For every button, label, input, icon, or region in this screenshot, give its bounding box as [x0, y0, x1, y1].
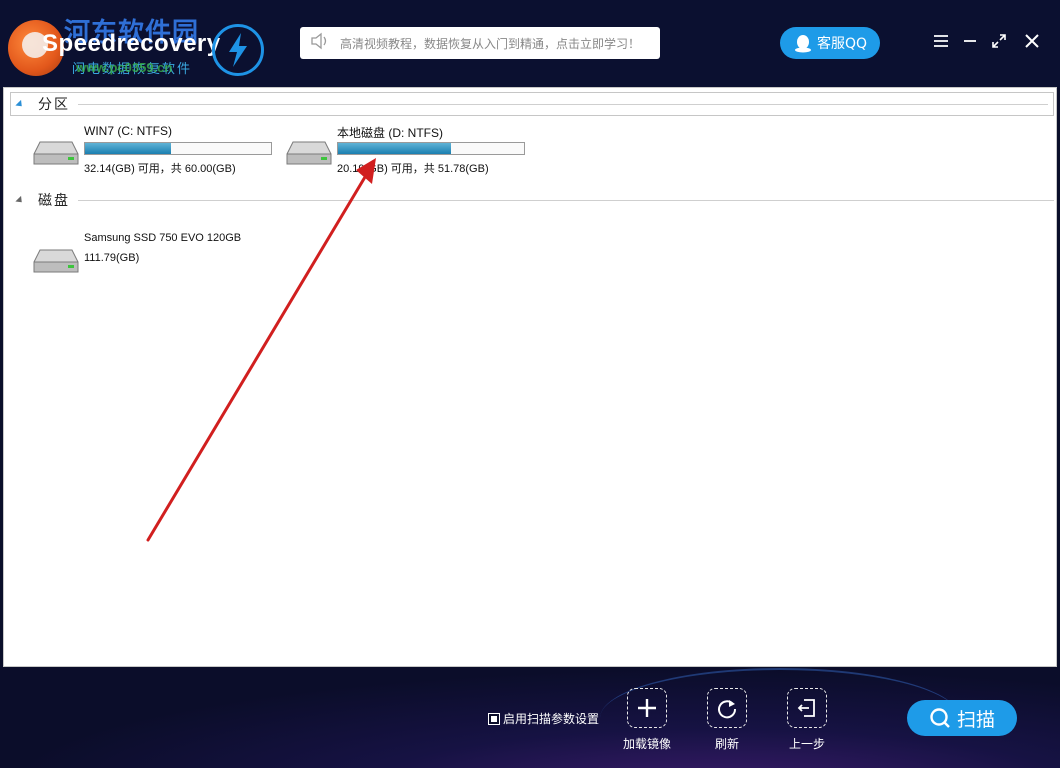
partition-usage-bar	[337, 142, 525, 155]
partition-usage-fill	[338, 143, 452, 154]
disk-capacity: 111.79(GB)	[84, 252, 140, 264]
back-icon[interactable]	[787, 688, 827, 728]
partitions-title: 分区	[38, 97, 70, 113]
load-image-label: 加载镜像	[622, 737, 671, 751]
menu-icon[interactable]	[928, 28, 954, 54]
refresh-label: 刷新	[714, 737, 739, 751]
plus-icon[interactable]	[627, 688, 667, 728]
disk-item-samsung[interactable]: Samsung SSD 750 EVO 120GB 111.79(GB)	[32, 232, 282, 292]
notice-text: 高清视频教程，数据恢复从入门到精通，点击立即学习！	[340, 36, 641, 51]
title-bar: 河东软件园 Speedrecovery 闪电数据恢复软件 www.pc0359.…	[0, 0, 1060, 88]
checkbox-icon[interactable]	[488, 712, 500, 725]
customer-service-qq-button[interactable]: 客服QQ	[780, 27, 880, 59]
logo-watermark-url: www.pc0359.cn	[76, 60, 173, 75]
app-window: 河东软件园 Speedrecovery 闪电数据恢复软件 www.pc0359.…	[0, 0, 1060, 768]
refresh-icon[interactable]	[707, 688, 747, 728]
disks-title: 磁盘	[38, 193, 70, 209]
maximize-icon[interactable]	[986, 28, 1012, 54]
close-icon[interactable]	[1019, 28, 1045, 54]
partitions-section-header[interactable]: 分区	[8, 92, 70, 116]
scan-button[interactable]: 扫描	[907, 700, 1017, 736]
speaker-icon	[310, 32, 330, 54]
qq-button-label: 客服QQ	[816, 36, 868, 52]
collapse-triangle-icon[interactable]	[15, 99, 25, 109]
partition-capacity: 32.14(GB) 可用，共 60.00(GB)	[84, 163, 236, 175]
scan-button-label: 扫描	[956, 708, 995, 731]
partition-usage-fill	[85, 143, 171, 154]
hard-drive-icon	[33, 249, 79, 273]
partition-usage-bar	[84, 142, 272, 155]
hard-drive-icon	[33, 141, 79, 165]
load-image-button[interactable]: 加载镜像	[617, 688, 677, 752]
partition-name: 本地磁盘 (D: NTFS)	[337, 126, 443, 140]
collapse-triangle-icon[interactable]	[15, 195, 25, 205]
disks-section-header[interactable]: 磁盘	[8, 188, 70, 212]
scan-settings-checkbox[interactable]: 启用扫描参数设置	[488, 710, 599, 727]
partition-capacity: 20.19(GB) 可用，共 51.78(GB)	[337, 163, 489, 175]
qq-penguin-icon	[794, 35, 811, 53]
minimize-icon[interactable]	[957, 28, 983, 54]
refresh-button[interactable]: 刷新	[697, 688, 757, 752]
partition-item-c[interactable]: WIN7 (C: NTFS) 32.14(GB) 可用，共 60.00(GB)	[32, 124, 282, 184]
logo-brand: Speedrecovery	[42, 30, 221, 57]
hard-drive-icon	[286, 141, 332, 165]
search-icon	[930, 708, 950, 728]
disk-name: Samsung SSD 750 EVO 120GB	[84, 232, 242, 244]
back-button[interactable]: 上一步	[777, 688, 837, 752]
partition-name: WIN7 (C: NTFS)	[84, 124, 172, 138]
partition-item-d[interactable]: 本地磁盘 (D: NTFS) 20.19(GB) 可用，共 51.78(GB)	[285, 124, 535, 184]
section-divider	[78, 104, 1048, 105]
device-list-panel: 分区 WIN7 (C: NTFS) 32.14(GB) 可用，共 60.00(G…	[3, 87, 1057, 667]
section-divider	[78, 200, 1054, 201]
notice-banner[interactable]: 高清视频教程，数据恢复从入门到精通，点击立即学习！	[300, 27, 660, 59]
scan-settings-label: 启用扫描参数设置	[503, 712, 600, 726]
lightning-bolt-icon	[212, 24, 264, 76]
back-label: 上一步	[788, 737, 825, 751]
app-logo: 河东软件园 Speedrecovery 闪电数据恢复软件 www.pc0359.…	[6, 10, 266, 77]
